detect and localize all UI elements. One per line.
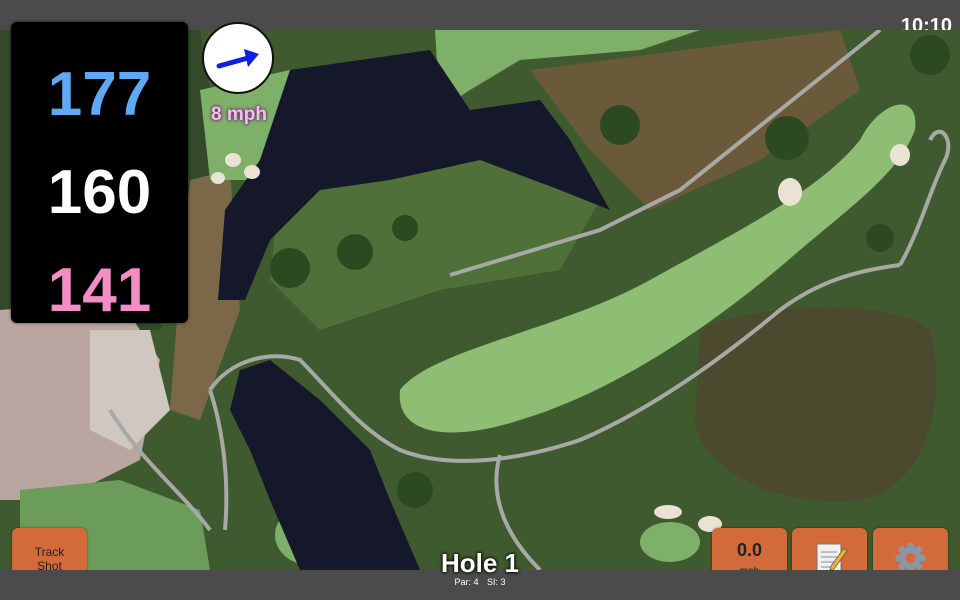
tree-2 (600, 105, 640, 145)
speed-value: 0.0 (736, 540, 763, 560)
hole-title: Hole 1 (440, 548, 520, 578)
arrow-icon (216, 49, 259, 69)
bunker-4 (244, 165, 260, 179)
bunker-2 (890, 144, 910, 166)
wind-speed-label: 8 mph (211, 104, 267, 125)
distance-back: 177 (47, 60, 152, 129)
tree-5 (392, 215, 418, 241)
tree-4 (270, 248, 310, 288)
tree-6 (866, 224, 894, 252)
distance-middle: 160 (47, 158, 152, 227)
bunker-5 (211, 172, 225, 184)
bunker-1 (778, 178, 802, 206)
track-shot-label-line1: Track (34, 545, 65, 559)
tree-7 (397, 472, 433, 508)
wind-indicator (202, 22, 274, 94)
tree-3 (337, 234, 373, 270)
bunker-6 (654, 505, 682, 519)
distance-front: 141 (47, 256, 152, 325)
green-bottom-right (640, 522, 700, 562)
tree-8 (910, 35, 950, 75)
hole-info: Par: 4 SI: 3 (400, 577, 560, 587)
hole-par: Par: 4 (454, 577, 479, 587)
hole-si: SI: 3 (487, 577, 506, 587)
tree-1 (765, 116, 809, 160)
bunker-3 (225, 153, 241, 167)
distance-panel: 177 160 141 (11, 22, 188, 323)
